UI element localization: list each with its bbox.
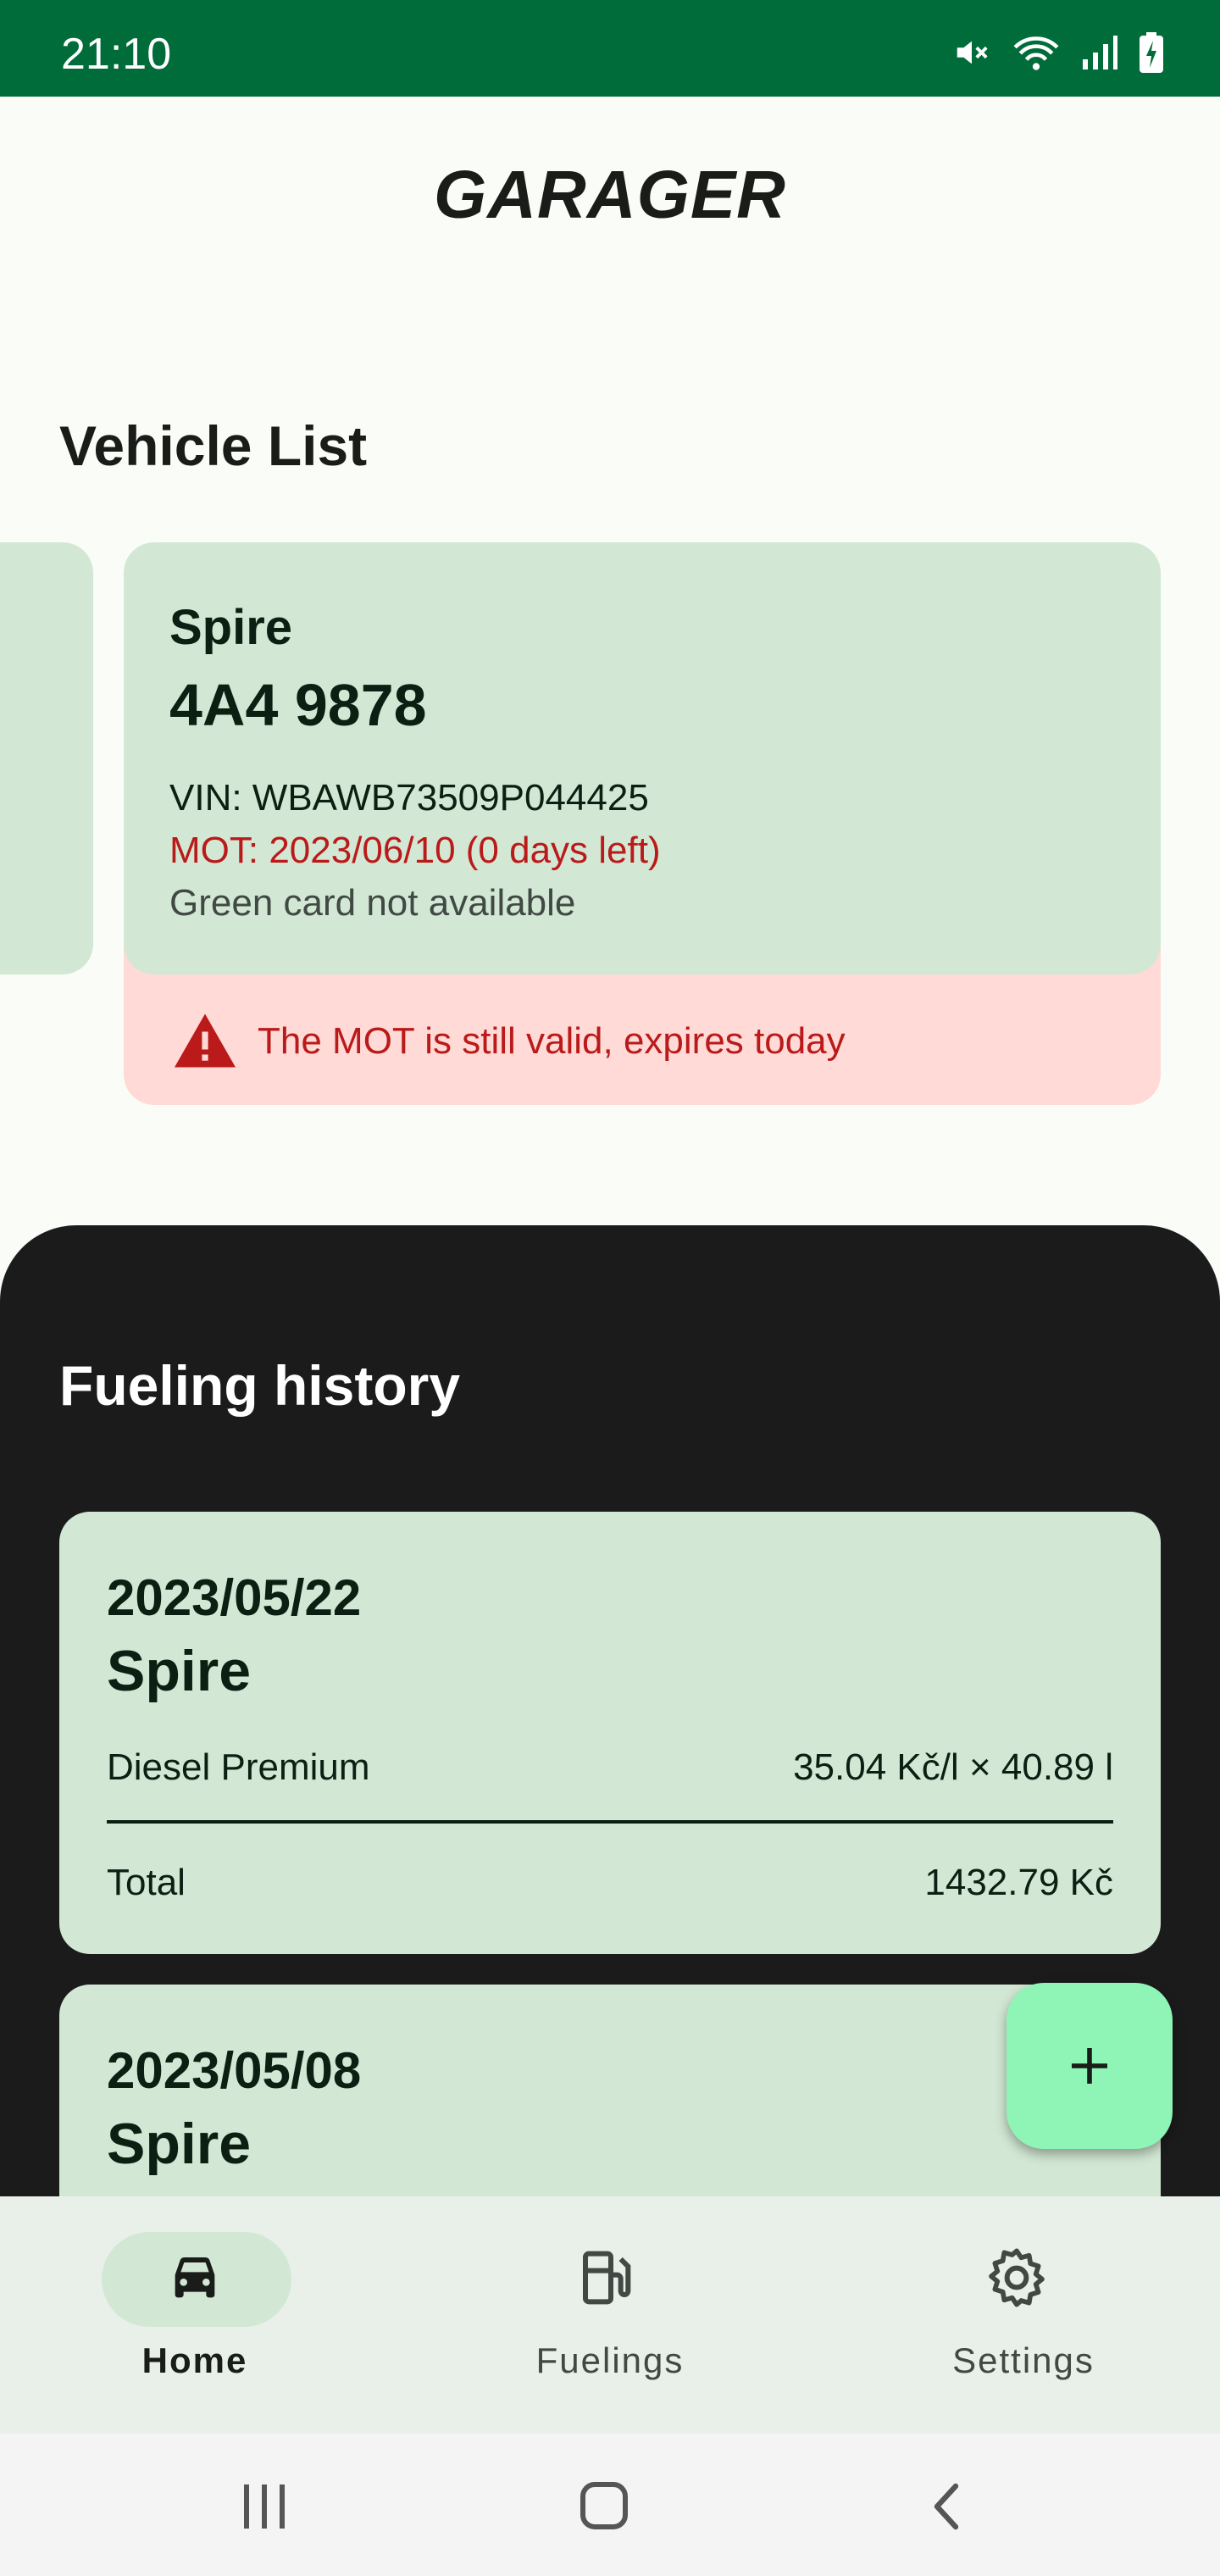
add-fueling-button[interactable]: [1006, 1983, 1173, 2149]
fuel-pump-icon: [583, 2251, 631, 2305]
previous-vehicle-card[interactable]: [0, 542, 93, 974]
vehicle-mot: MOT: 2023/06/10 (0 days left): [169, 830, 661, 871]
fueling-date: 2023/05/08: [107, 2042, 362, 2099]
nav-label-fuelings: Fuelings: [535, 2340, 685, 2380]
vehicle-name: Spire: [169, 600, 293, 655]
status-icons: [952, 32, 1164, 73]
vehicle-vin: VIN: WBAWB73509P044425: [169, 777, 649, 819]
fueling-price: 35.04 Kč/l × 40.89 l: [793, 1746, 1113, 1788]
fueling-vehicle: Spire: [107, 1639, 252, 1703]
vehicle-list-title: Vehicle List: [59, 414, 368, 477]
car-icon: [175, 2257, 215, 2298]
vehicle-plate: 4A4 9878: [169, 672, 427, 738]
back-icon[interactable]: [923, 2481, 971, 2532]
fueling-history-title: Fueling history: [59, 1354, 461, 1417]
wifi-icon: [1013, 36, 1059, 70]
recent-apps-icon[interactable]: [241, 2481, 288, 2532]
gear-icon: [989, 2248, 1045, 2307]
mot-warning-text: The MOT is still valid, expires today: [258, 1020, 846, 1062]
fueling-fuel-type: Diesel Premium: [107, 1746, 370, 1788]
fueling-total-label: Total: [107, 1862, 186, 1903]
app-title: GARAGER: [434, 157, 786, 232]
fueling-total-value: 1432.79 Kč: [924, 1862, 1113, 1903]
plus-icon: [1072, 2048, 1107, 2084]
nav-item-home[interactable]: Home: [0, 2196, 407, 2434]
mute-icon: [957, 41, 988, 64]
signal-icon: [1083, 36, 1117, 69]
nav-item-fuelings[interactable]: Fuelings: [407, 2196, 813, 2434]
fueling-vehicle: Spire: [107, 2112, 252, 2176]
battery-charging-icon: [1140, 32, 1163, 73]
nav-label-home: Home: [141, 2340, 248, 2380]
fueling-divider: [107, 1820, 1113, 1824]
home-icon[interactable]: [578, 2479, 630, 2532]
vehicle-green-card: Green card not available: [169, 882, 576, 924]
nav-item-settings[interactable]: Settings: [813, 2196, 1220, 2434]
nav-label-settings: Settings: [952, 2340, 1095, 2380]
status-time: 21:10: [61, 30, 172, 79]
warning-icon: [175, 1013, 236, 1068]
fueling-date: 2023/05/22: [107, 1569, 362, 1626]
